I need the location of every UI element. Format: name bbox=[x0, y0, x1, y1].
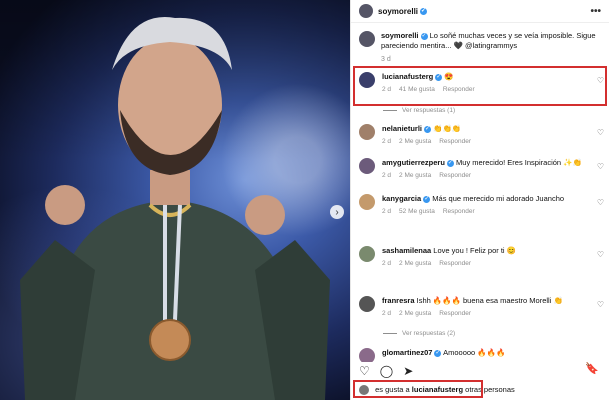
heart-icon[interactable]: ♡ bbox=[597, 128, 604, 138]
heart-icon[interactable]: ♡ bbox=[597, 300, 604, 310]
author-avatar[interactable] bbox=[359, 4, 373, 18]
ellipsis-icon[interactable]: ••• bbox=[590, 6, 601, 17]
comment-text: 👏👏👏 bbox=[433, 124, 462, 133]
comment-likes[interactable]: 2 Me gusta bbox=[399, 309, 431, 319]
instagram-post: › soymorelli ✓ ••• soymorelli ✓ Lo soñé m… bbox=[0, 0, 609, 400]
verified-icon: ✓ bbox=[423, 195, 431, 203]
post-header: soymorelli ✓ ••• bbox=[351, 0, 609, 23]
comment-likes[interactable]: 2 Me gusta bbox=[399, 137, 431, 147]
comment-username[interactable]: franresra bbox=[382, 296, 415, 305]
comment-time: 2 d bbox=[382, 208, 392, 215]
verified-icon: ✓ bbox=[424, 125, 432, 133]
heart-icon[interactable]: ♡ bbox=[359, 364, 370, 378]
comment-username[interactable]: kanygarcia bbox=[382, 194, 421, 203]
comment-username[interactable]: sashamilenaa bbox=[382, 246, 431, 255]
reply-button[interactable]: Responder bbox=[439, 309, 471, 319]
heart-icon[interactable]: ♡ bbox=[597, 162, 604, 172]
comment-time: 2 d bbox=[382, 260, 392, 267]
comment-username[interactable]: glomartinez07 bbox=[382, 348, 432, 357]
person-illustration bbox=[20, 17, 330, 400]
highlight-box-likes bbox=[353, 380, 483, 398]
caption-avatar[interactable] bbox=[359, 31, 375, 47]
highlight-box-comment bbox=[353, 66, 607, 106]
commenter-avatar[interactable] bbox=[359, 246, 375, 262]
caption-time: 3 d bbox=[381, 56, 391, 63]
comment-likes[interactable]: 2 Me gusta bbox=[399, 171, 431, 181]
comment-time: 2 d bbox=[382, 310, 392, 317]
verified-icon: ✓ bbox=[420, 32, 428, 40]
share-icon[interactable]: ➤ bbox=[403, 364, 413, 378]
commenter-avatar[interactable] bbox=[359, 124, 375, 140]
post-caption: soymorelli ✓ Lo soñé muchas veces y se ve… bbox=[351, 23, 609, 65]
view-replies-link[interactable]: Ver respuestas (2) bbox=[383, 330, 455, 337]
commenter-avatar[interactable] bbox=[359, 194, 375, 210]
comment-franresra: franresra Ishh 🔥🔥🔥 buena esa maestro Mor… bbox=[359, 296, 604, 319]
comments-panel: soymorelli ✓ ••• soymorelli ✓ Lo soñé muc… bbox=[350, 0, 609, 400]
comment-username[interactable]: nelanieturli bbox=[382, 124, 422, 133]
comment-amygutierrezperu: amygutierrezperu ✓ Muy merecido! Eres Ins… bbox=[359, 158, 604, 181]
bookmark-icon[interactable]: 🔖 bbox=[585, 362, 599, 375]
comment-likes[interactable]: 52 Me gusta bbox=[399, 207, 435, 217]
caption-username[interactable]: soymorelli bbox=[381, 31, 419, 40]
verified-icon: ✓ bbox=[446, 159, 454, 167]
comment-username[interactable]: amygutierrezperu bbox=[382, 158, 445, 167]
comment-time: 2 d bbox=[382, 138, 392, 145]
reply-button[interactable]: Responder bbox=[439, 259, 471, 269]
comment-kanygarcia: kanygarcia ✓ Más que merecido mi adorado … bbox=[359, 194, 604, 217]
comment-text: Love you ! Feliz por ti 😊 bbox=[433, 246, 517, 255]
post-photo[interactable]: › bbox=[0, 0, 350, 400]
comment-time: 2 d bbox=[382, 172, 392, 179]
view-replies-link[interactable]: Ver respuestas (1) bbox=[383, 107, 455, 114]
comment-likes[interactable]: 2 Me gusta bbox=[399, 259, 431, 269]
comment-text: Ishh 🔥🔥🔥 buena esa maestro Morelli 👏 bbox=[416, 296, 563, 305]
comment-icon[interactable]: ◯ bbox=[380, 364, 393, 378]
commenter-avatar[interactable] bbox=[359, 158, 375, 174]
next-photo-icon[interactable]: › bbox=[330, 205, 344, 219]
comment-text: Más que merecido mi adorado Juancho bbox=[432, 194, 565, 203]
comment-sashamilenaa: sashamilenaa Love you ! Feliz por ti 😊 2… bbox=[359, 246, 604, 269]
verified-icon: ✓ bbox=[434, 349, 442, 357]
heart-icon[interactable]: ♡ bbox=[597, 198, 604, 208]
verified-icon: ✓ bbox=[420, 7, 428, 15]
author-username[interactable]: soymorelli bbox=[378, 7, 418, 16]
post-actions: ♡ ◯ ➤ bbox=[359, 362, 602, 378]
comment-text: Muy merecido! Eres Inspiración ✨👏 bbox=[456, 158, 582, 167]
reply-button[interactable]: Responder bbox=[443, 207, 475, 217]
heart-icon[interactable]: ♡ bbox=[597, 250, 604, 260]
reply-button[interactable]: Responder bbox=[439, 171, 471, 181]
reply-button[interactable]: Responder bbox=[439, 137, 471, 147]
comment-text: Amooooo 🔥🔥🔥 bbox=[443, 348, 506, 357]
commenter-avatar[interactable] bbox=[359, 296, 375, 312]
comment-nelanieturli: nelanieturli ✓ 👏👏👏 2 d 2 Me gusta Respond… bbox=[359, 124, 604, 147]
